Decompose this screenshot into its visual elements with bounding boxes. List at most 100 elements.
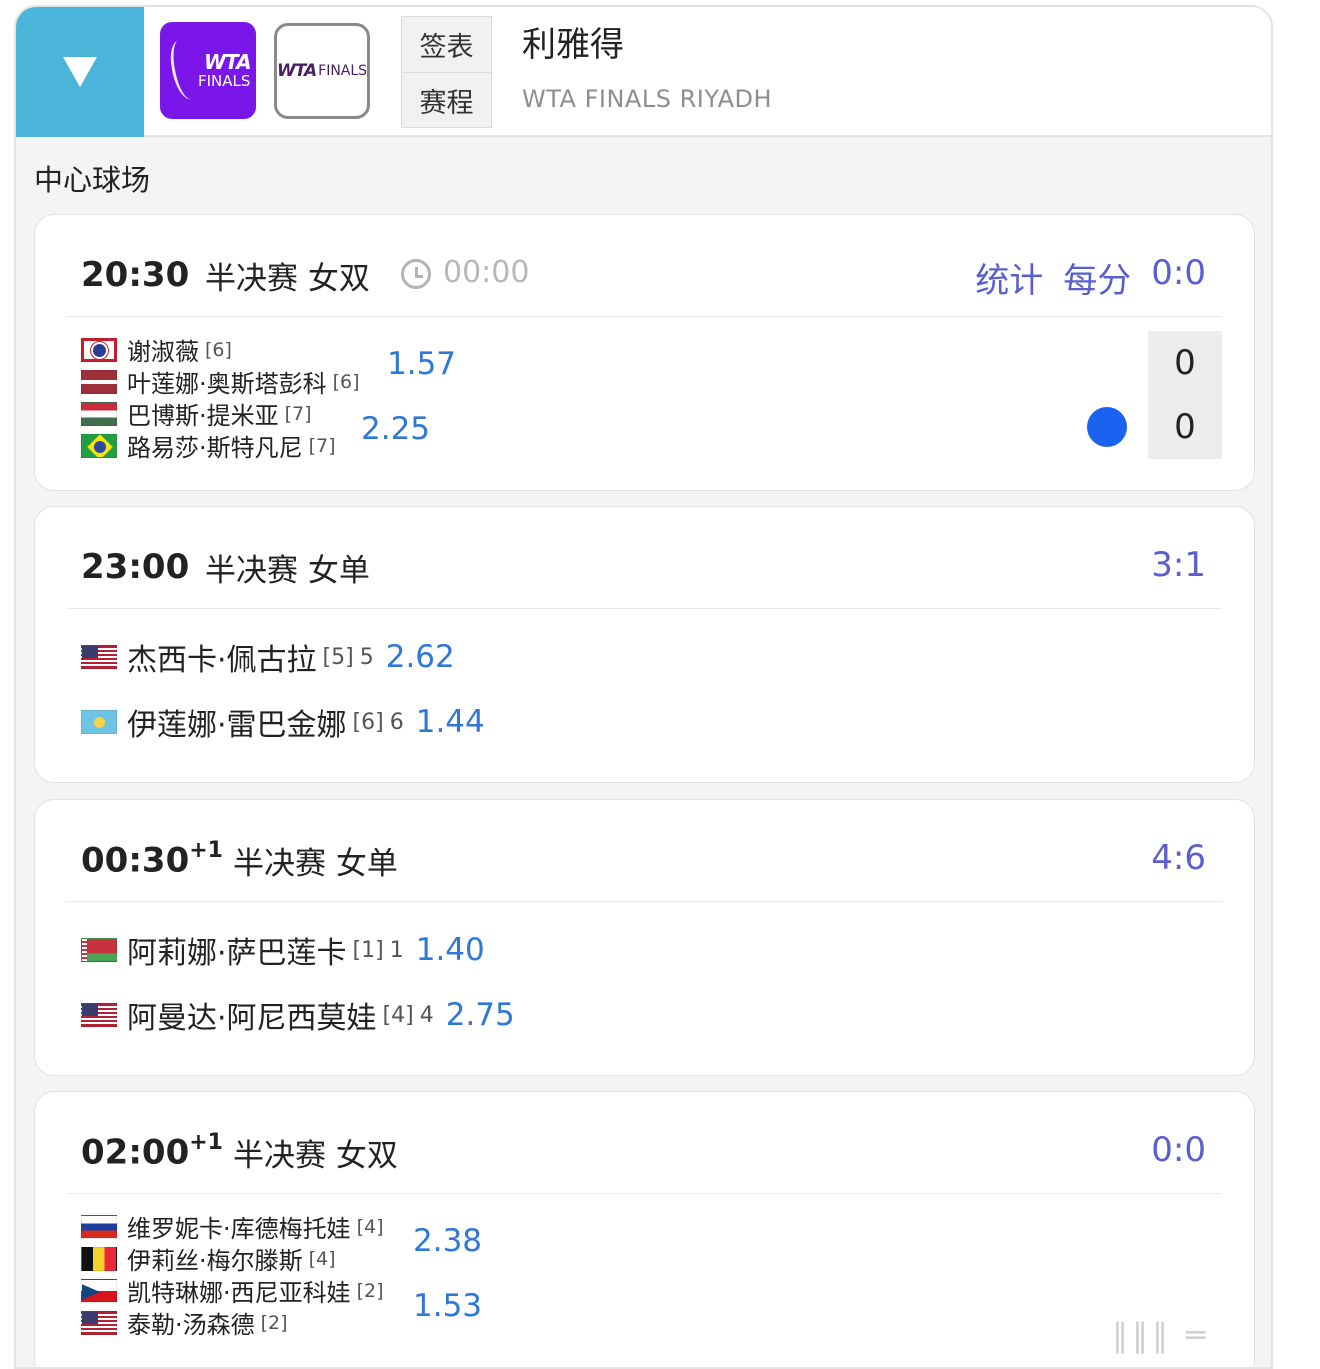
match-header: 00:30+1 半决赛 女单 4:6 — [35, 800, 1254, 902]
player-name: 维罗妮卡·库德梅托娃 — [127, 1215, 351, 1243]
player-name: 凯特琳娜·西尼亚科娃 — [127, 1279, 351, 1307]
player-row: 杰西卡·佩古拉 [5] 5 2.62 — [81, 635, 455, 679]
flag-bel-icon — [81, 1246, 117, 1271]
flag-kaz-icon — [81, 710, 117, 734]
player-name: 谢淑薇 — [127, 338, 199, 366]
trophy-arc-icon — [167, 38, 203, 102]
match-card[interactable]: 02:00+1 半决赛 女双 0:0 维罗妮卡·库德梅托娃 [4] 伊莉丝·梅尔… — [34, 1091, 1255, 1367]
player-seed: [6] — [332, 370, 360, 393]
player-seed: [6] — [205, 338, 232, 361]
match-round: 半决赛 女单 — [233, 846, 398, 882]
match-header: 20:30 半决赛 女双 00:00 统计 每分 0:0 — [35, 215, 1254, 317]
player-seed: [6] — [352, 709, 384, 735]
flag-bra-icon — [81, 433, 117, 458]
stats-link[interactable]: 统计 — [975, 253, 1043, 302]
flag-cze-icon — [81, 1278, 117, 1303]
watermark-icon: ‖‖‖ ═ — [1112, 1316, 1210, 1354]
match-card[interactable]: 00:30+1 半决赛 女单 4:6 阿莉娜·萨巴莲卡 [1] 1 1.40 阿… — [34, 799, 1255, 1076]
player-row: 泰勒·汤森德 [2] — [81, 1305, 288, 1340]
team1-games: 0 — [1174, 343, 1196, 383]
tournament-header: WTA FINALS WTA FINALS 签表 赛程 利雅得 WTA FINA… — [16, 7, 1271, 137]
player-row: 谢淑薇 [6] — [81, 332, 232, 367]
wta-finals-logo-alt[interactable]: WTA FINALS — [274, 23, 370, 119]
wta-finals-logo[interactable]: WTA FINALS — [160, 22, 256, 119]
flag-blr-icon — [81, 938, 117, 962]
player-name: 巴博斯·提米亚 — [127, 402, 279, 430]
flag-usa-icon — [81, 645, 117, 669]
player-seed: [7] — [308, 434, 336, 457]
match-score: 3:1 — [1151, 545, 1206, 585]
court-label: 中心球场 — [34, 163, 151, 197]
player-seed: [7] — [284, 402, 312, 425]
player-seed: [4] — [382, 1002, 414, 1028]
player-games: 4 — [419, 1002, 434, 1028]
player-odds[interactable]: 1.44 — [416, 704, 485, 740]
match-card[interactable]: 23:00 半决赛 女单 3:1 杰西卡·佩古拉 [5] 5 2.62 伊莲娜·… — [34, 506, 1255, 783]
flag-usa-icon — [81, 1310, 117, 1335]
odds-team2[interactable]: 1.53 — [413, 1288, 482, 1324]
divider — [67, 316, 1222, 317]
match-header: 02:00+1 半决赛 女双 0:0 — [35, 1092, 1254, 1194]
player-games: 5 — [359, 644, 374, 670]
player-row: 路易莎·斯特凡尼 [7] — [81, 428, 336, 463]
match-time: 00:30+1 — [81, 838, 223, 881]
team2-games: 0 — [1174, 407, 1196, 447]
tab-schedule[interactable]: 赛程 — [402, 72, 491, 127]
collapse-toggle-button[interactable] — [16, 7, 144, 137]
player-odds[interactable]: 2.75 — [446, 997, 515, 1033]
event-subtitle: WTA FINALS RIYADH — [522, 85, 773, 113]
divider — [67, 608, 1222, 609]
logo-finals-text: FINALS — [198, 72, 251, 90]
player-row: 维罗妮卡·库德梅托娃 [4] — [81, 1209, 384, 1244]
player-name: 阿曼达·阿尼西莫娃 — [127, 1001, 377, 1036]
match-score: 0:0 — [1151, 1130, 1206, 1170]
flag-hun-icon — [81, 401, 117, 426]
odds-team2[interactable]: 2.25 — [361, 411, 430, 447]
match-score: 4:6 — [1151, 838, 1206, 878]
match-header: 23:00 半决赛 女单 3:1 — [35, 507, 1254, 609]
odds-team1[interactable]: 1.57 — [387, 346, 456, 382]
per-point-link[interactable]: 每分 — [1063, 253, 1131, 302]
divider — [67, 901, 1222, 902]
player-seed: [5] — [322, 644, 354, 670]
player-name: 阿莉娜·萨巴莲卡 — [127, 936, 347, 971]
player-seed: [2] — [356, 1279, 384, 1302]
player-row: 叶莲娜·奥斯塔彭科 [6] — [81, 364, 360, 399]
logo-wta-text: WTA — [204, 50, 252, 74]
player-name: 伊莲娜·雷巴金娜 — [127, 708, 347, 743]
city-title: 利雅得 — [522, 25, 624, 65]
player-games: 6 — [389, 709, 404, 735]
tab-draw[interactable]: 签表 — [402, 17, 491, 72]
match-card[interactable]: 20:30 半决赛 女双 00:00 统计 每分 0:0 谢淑薇 [6] 叶莲娜… — [34, 214, 1255, 491]
match-score: 0:0 — [1151, 253, 1206, 293]
day-offset: +1 — [189, 1130, 223, 1155]
divider — [67, 1193, 1222, 1194]
logo-finals-text: FINALS — [318, 63, 368, 79]
flag-usa-icon — [81, 1003, 117, 1027]
match-round: 半决赛 女双 — [205, 261, 370, 297]
match-time: 23:00 — [81, 547, 190, 587]
elapsed-time: 00:00 — [443, 255, 530, 290]
match-actions: 统计 每分 0:0 — [975, 253, 1206, 302]
odds-team1[interactable]: 2.38 — [413, 1223, 482, 1259]
player-name: 杰西卡·佩古拉 — [127, 643, 317, 678]
match-round: 半决赛 女双 — [233, 1138, 398, 1174]
match-time: 02:00+1 — [81, 1130, 223, 1173]
day-offset: +1 — [189, 838, 223, 863]
player-name: 路易莎·斯特凡尼 — [127, 434, 303, 462]
flag-lat-icon — [81, 369, 117, 394]
player-row: 阿莉娜·萨巴莲卡 [1] 1 1.40 — [81, 928, 485, 972]
player-row: 凯特琳娜·西尼亚科娃 [2] — [81, 1273, 384, 1308]
player-odds[interactable]: 1.40 — [416, 932, 485, 968]
logo-wta-text: WTA — [276, 61, 317, 81]
player-seed: [4] — [356, 1215, 384, 1238]
player-seed: [2] — [260, 1311, 288, 1334]
triangle-down-icon — [63, 57, 97, 87]
flag-rus-icon — [81, 1214, 117, 1239]
player-name: 伊莉丝·梅尔滕斯 — [127, 1247, 303, 1275]
player-seed: [4] — [308, 1247, 336, 1270]
player-row: 伊莉丝·梅尔滕斯 [4] — [81, 1241, 336, 1276]
player-row: 阿曼达·阿尼西莫娃 [4] 4 2.75 — [81, 993, 515, 1037]
player-odds[interactable]: 2.62 — [386, 639, 455, 675]
clock-icon — [401, 259, 431, 289]
